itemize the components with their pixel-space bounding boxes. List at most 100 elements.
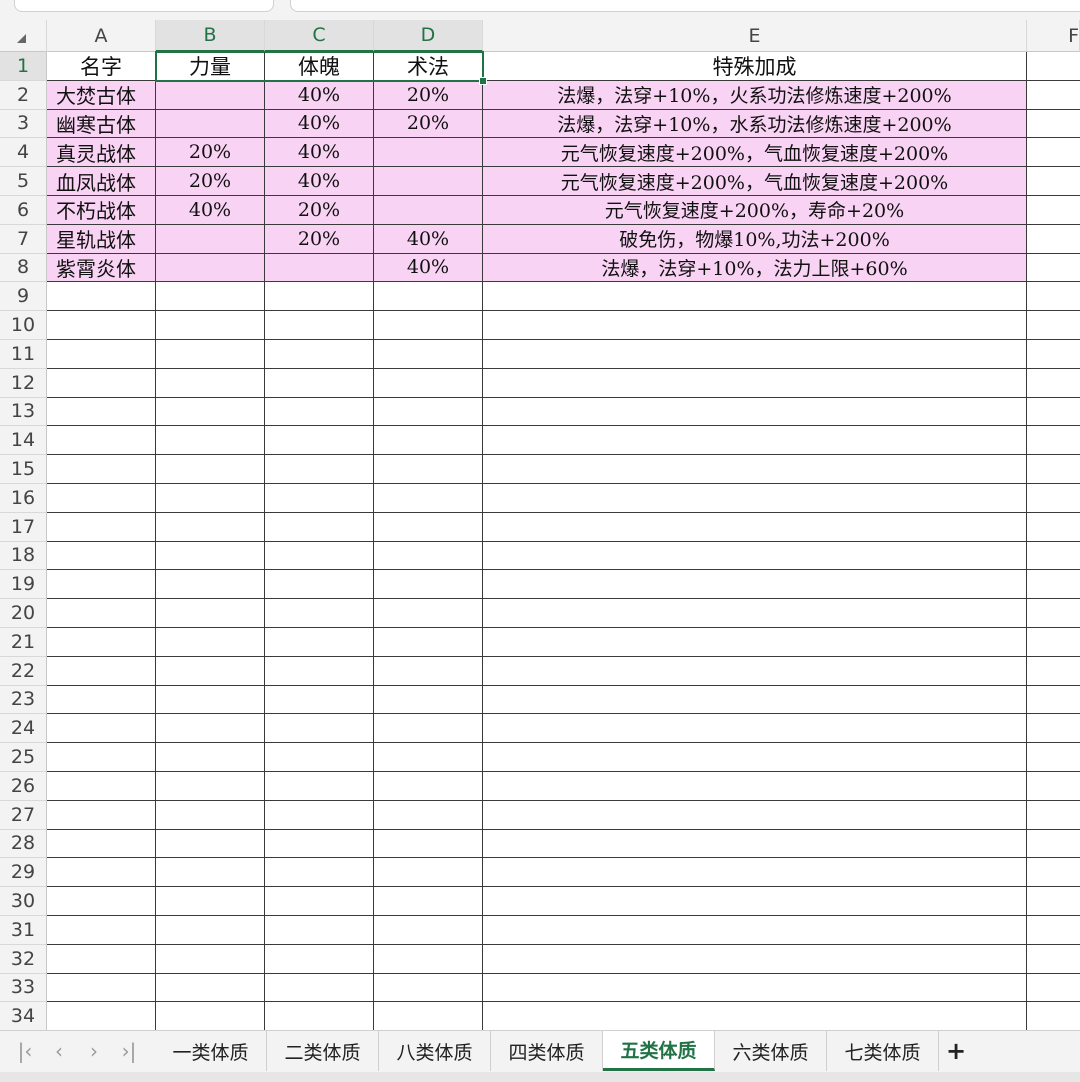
header-cell[interactable] (1027, 52, 1080, 81)
row-header[interactable]: 11 (0, 340, 47, 369)
table-cell[interactable] (483, 858, 1027, 888)
table-cell[interactable] (265, 397, 374, 427)
row-header[interactable]: 1 (0, 52, 47, 81)
table-cell[interactable] (47, 512, 156, 542)
table-cell[interactable]: 40% (265, 167, 374, 196)
row-header[interactable]: 27 (0, 800, 47, 830)
row-header[interactable]: 17 (0, 512, 47, 542)
table-cell[interactable] (483, 829, 1027, 859)
table-cell[interactable] (47, 426, 156, 456)
first-sheet-icon[interactable]: |‹ (11, 1038, 39, 1064)
table-cell[interactable]: 法爆，法穿+10%，火系功法修炼速度+200% (483, 80, 1027, 110)
table-cell[interactable] (156, 340, 265, 369)
table-cell[interactable] (1027, 254, 1080, 283)
table-cell[interactable] (374, 426, 483, 456)
table-cell[interactable] (374, 772, 483, 801)
table-cell[interactable] (47, 973, 156, 1003)
table-cell[interactable]: 法爆，法穿+10%，水系功法修炼速度+200% (483, 109, 1027, 139)
table-cell[interactable] (483, 397, 1027, 427)
table-cell[interactable] (156, 1002, 265, 1032)
table-cell[interactable] (265, 253, 374, 283)
table-cell[interactable] (1027, 772, 1080, 801)
table-cell[interactable] (265, 1002, 374, 1032)
table-cell[interactable] (1027, 858, 1080, 888)
table-cell[interactable] (156, 973, 265, 1003)
table-cell[interactable] (47, 772, 156, 801)
table-cell[interactable]: 不朽战体 (47, 196, 156, 225)
row-header[interactable]: 20 (0, 599, 47, 628)
table-cell[interactable] (265, 484, 374, 513)
table-cell[interactable]: 血凤战体 (47, 167, 156, 196)
plus-icon[interactable]: + (942, 1037, 970, 1065)
row-header[interactable]: 21 (0, 628, 47, 657)
column-header-e[interactable]: E (483, 20, 1027, 52)
table-cell[interactable] (265, 858, 374, 888)
table-cell[interactable] (374, 368, 483, 398)
table-cell[interactable] (1027, 801, 1080, 830)
table-cell[interactable] (483, 426, 1027, 456)
table-cell[interactable] (1027, 830, 1080, 859)
table-cell[interactable] (156, 685, 265, 715)
table-cell[interactable]: 大焚古体 (47, 80, 156, 110)
header-cell[interactable]: 名字 (47, 52, 156, 81)
table-cell[interactable] (156, 541, 265, 571)
column-header-c[interactable]: C (265, 20, 374, 52)
row-header[interactable]: 13 (0, 397, 47, 427)
table-cell[interactable] (156, 224, 265, 254)
table-cell[interactable] (1027, 340, 1080, 369)
table-cell[interactable]: 40% (265, 80, 374, 110)
table-cell[interactable] (156, 887, 265, 916)
table-cell[interactable] (374, 455, 483, 484)
sheet-tab[interactable]: 五类体质 (603, 1031, 715, 1071)
table-cell[interactable] (483, 800, 1027, 830)
column-header-f[interactable]: F (1027, 20, 1080, 52)
table-cell[interactable] (1027, 167, 1080, 196)
table-cell[interactable] (1027, 398, 1080, 427)
table-cell[interactable] (374, 311, 483, 340)
table-cell[interactable] (1027, 743, 1080, 772)
table-cell[interactable] (1027, 225, 1080, 254)
header-cell[interactable]: 特殊加成 (483, 52, 1027, 81)
row-header[interactable]: 29 (0, 858, 47, 888)
table-cell[interactable]: 20% (265, 196, 374, 225)
sheet-tab[interactable]: 八类体质 (379, 1031, 491, 1071)
table-cell[interactable] (374, 656, 483, 686)
table-cell[interactable] (374, 196, 483, 225)
table-cell[interactable] (374, 800, 483, 830)
table-cell[interactable]: 20% (374, 109, 483, 139)
table-cell[interactable] (483, 599, 1027, 628)
table-cell[interactable] (265, 772, 374, 801)
table-cell[interactable]: 星轨战体 (47, 224, 156, 254)
table-cell[interactable] (374, 714, 483, 744)
table-cell[interactable] (483, 973, 1027, 1003)
table-cell[interactable] (265, 426, 374, 456)
table-cell[interactable] (47, 1002, 156, 1032)
row-header[interactable]: 33 (0, 973, 47, 1003)
table-cell[interactable] (47, 484, 156, 513)
table-cell[interactable] (156, 109, 265, 139)
table-cell[interactable] (265, 311, 374, 340)
row-header[interactable]: 15 (0, 455, 47, 484)
table-cell[interactable] (156, 368, 265, 398)
table-cell[interactable] (1027, 599, 1080, 628)
table-cell[interactable] (265, 685, 374, 715)
row-header[interactable]: 30 (0, 887, 47, 916)
table-cell[interactable] (483, 714, 1027, 744)
table-cell[interactable] (265, 829, 374, 859)
table-cell[interactable] (374, 887, 483, 916)
table-cell[interactable] (47, 311, 156, 340)
table-cell[interactable] (374, 397, 483, 427)
table-cell[interactable] (1027, 657, 1080, 686)
table-cell[interactable] (47, 397, 156, 427)
table-cell[interactable] (47, 916, 156, 945)
row-header[interactable]: 8 (0, 253, 47, 283)
table-cell[interactable] (265, 628, 374, 657)
sheet-tab[interactable]: 二类体质 (267, 1031, 379, 1071)
table-cell[interactable] (483, 484, 1027, 513)
table-cell[interactable] (47, 368, 156, 398)
row-header[interactable]: 7 (0, 224, 47, 254)
table-cell[interactable]: 40% (374, 253, 483, 283)
column-header-b[interactable]: B (156, 20, 265, 52)
table-cell[interactable] (483, 628, 1027, 657)
row-header[interactable]: 16 (0, 484, 47, 513)
